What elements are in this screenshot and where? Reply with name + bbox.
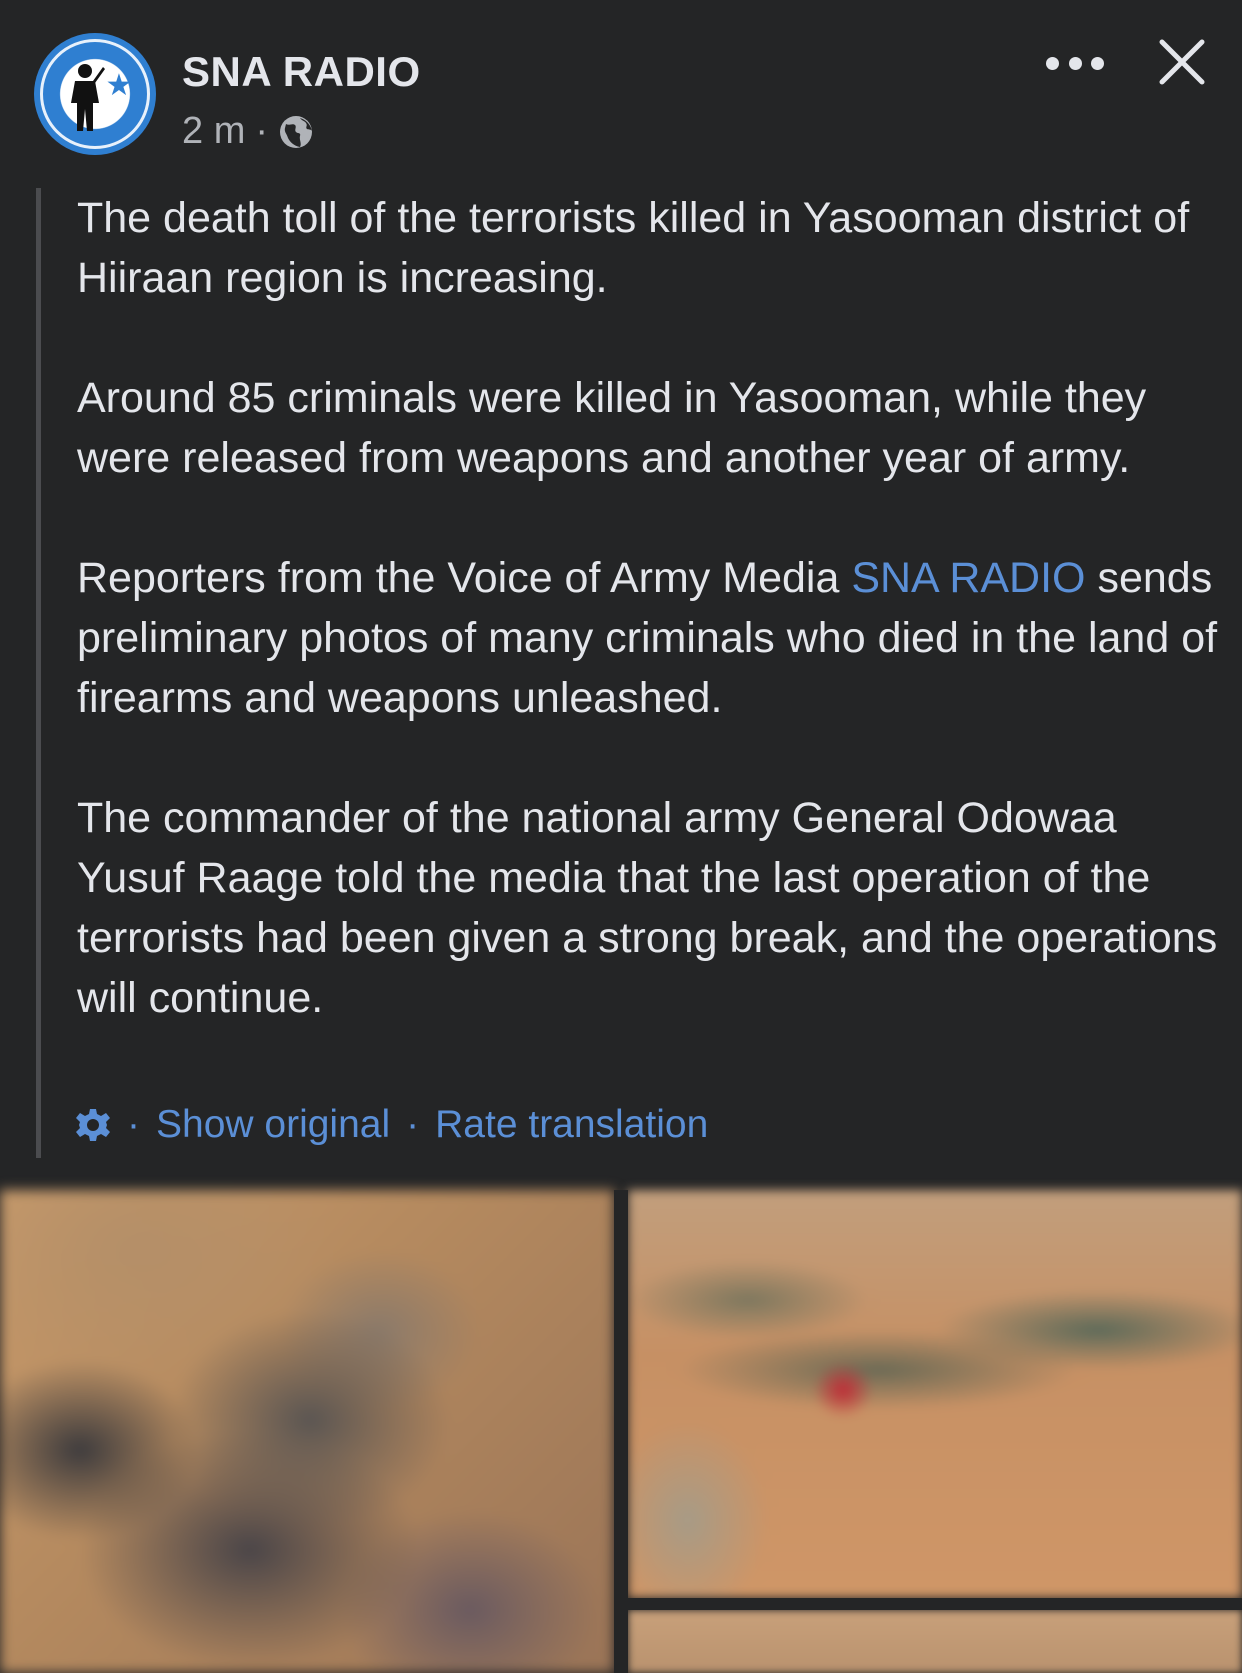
blurred-photo-3[interactable] (628, 1610, 1242, 1673)
star-icon: ★ (105, 69, 133, 102)
meta-separator: · (255, 110, 269, 152)
paragraph-4: The commander of the national army Gener… (77, 794, 1218, 1022)
blurred-photo-1[interactable] (0, 1190, 614, 1673)
post-text: The death toll of the terrorists killed … (77, 188, 1227, 1028)
avatar[interactable]: ★ (34, 33, 156, 155)
post-header: ★ SNA RADIO 2 m · (0, 0, 1242, 170)
author-name[interactable]: SNA RADIO (182, 48, 421, 96)
post-meta: 2 m · (182, 110, 314, 153)
translation-controls: · Show original · Rate translation (75, 1100, 708, 1150)
photo-divider (614, 1190, 628, 1673)
post-body: The death toll of the terrorists killed … (36, 188, 1231, 1158)
paragraph-3: Reporters from the Voice of Army Media S… (77, 548, 1227, 728)
paragraph-1: The death toll of the terrorists killed … (77, 194, 1190, 302)
more-dot (1068, 56, 1082, 70)
paragraph-2: Around 85 criminals were killed in Yasoo… (77, 374, 1147, 482)
more-options-button[interactable] (1046, 46, 1104, 80)
globe-icon[interactable] (278, 114, 314, 150)
close-button[interactable] (1158, 38, 1206, 86)
post-viewer: ★ SNA RADIO 2 m · The death toll of the … (0, 0, 1242, 1673)
post-time[interactable]: 2 m (182, 110, 245, 153)
photo-grid (0, 1190, 1242, 1673)
translation-separator: · (406, 1103, 420, 1146)
blurred-photo-2[interactable] (628, 1190, 1242, 1598)
show-original-link[interactable]: Show original (156, 1103, 390, 1147)
translation-separator: · (127, 1103, 140, 1146)
soldier-silhouette-icon (71, 64, 105, 131)
page-mention-link[interactable]: SNA RADIO (851, 554, 1085, 602)
more-dot (1046, 56, 1059, 70)
photo-divider (628, 1598, 1242, 1610)
more-dot (1091, 56, 1104, 70)
gear-icon[interactable] (75, 1107, 111, 1143)
paragraph-3-start: Reporters from the Voice of Army Media (77, 554, 852, 602)
rate-translation-link[interactable]: Rate translation (435, 1103, 708, 1147)
